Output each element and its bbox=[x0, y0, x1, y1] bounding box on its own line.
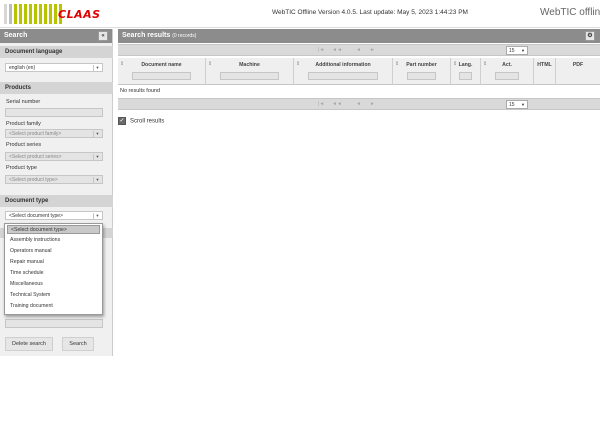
scroll-results-label: Scroll results bbox=[130, 118, 165, 125]
pager-bottom: |◄ ◄◄ ◄ ► 15 ▼ bbox=[118, 98, 600, 110]
claas-logo: CLAAS bbox=[58, 8, 101, 21]
column-html: HTML bbox=[534, 58, 556, 85]
chevron-down-icon: ▼ bbox=[93, 177, 101, 183]
checkbox-checked-icon[interactable]: ✓ bbox=[118, 117, 126, 125]
column-lang[interactable]: ⇕ Lang. bbox=[451, 58, 481, 85]
dropdown-option[interactable]: Repair manual bbox=[5, 257, 102, 268]
column-pdf: PDF bbox=[572, 62, 584, 68]
results-title: Search results bbox=[122, 32, 171, 39]
dropdown-option[interactable]: Technical System bbox=[5, 290, 102, 301]
dropdown-option[interactable]: Training document bbox=[5, 301, 102, 312]
sidebar-title: Search bbox=[4, 32, 28, 39]
dropdown-option[interactable]: Miscellaneous bbox=[5, 279, 102, 290]
logo-stripes bbox=[4, 4, 62, 24]
section-products: Products bbox=[0, 82, 113, 94]
app-header: CLAAS WebTIC Offline Version 4.0.5. Last… bbox=[0, 0, 600, 28]
product-series-label: Product series bbox=[6, 142, 42, 148]
prev-page-icon[interactable]: ◄ bbox=[356, 47, 361, 53]
product-series-select[interactable]: <Select product series> ▼ bbox=[5, 152, 103, 161]
page-size-select[interactable]: 15 ▼ bbox=[506, 100, 528, 109]
filter-input[interactable] bbox=[308, 72, 378, 80]
column-act[interactable]: ⇕ Act. bbox=[481, 58, 534, 85]
prev-page-fast-icon[interactable]: ◄◄ bbox=[332, 47, 342, 53]
section-document-type: Document type bbox=[0, 195, 113, 207]
pager-top: |◄ ◄◄ ◄ ► 15 ▼ bbox=[118, 44, 600, 56]
chevron-down-icon: ▼ bbox=[521, 48, 525, 53]
filter-input[interactable] bbox=[132, 72, 191, 80]
search-button[interactable]: Search bbox=[62, 337, 94, 351]
chevron-down-icon: ▼ bbox=[93, 213, 101, 219]
filter-input[interactable] bbox=[459, 72, 472, 80]
no-results-message: No results found bbox=[120, 88, 161, 94]
collapse-icon[interactable]: « bbox=[98, 31, 108, 41]
filter-input[interactable] bbox=[495, 72, 519, 80]
results-count: (0 records) bbox=[172, 33, 197, 39]
dropdown-option[interactable]: Assembly instructions bbox=[5, 235, 102, 246]
version-info: WebTIC Offline Version 4.0.5. Last updat… bbox=[272, 9, 468, 16]
hidden-input-4[interactable] bbox=[5, 319, 103, 328]
next-page-icon[interactable]: ► bbox=[370, 47, 375, 53]
chevron-down-icon: ▼ bbox=[93, 65, 101, 71]
chevron-down-icon: ▼ bbox=[93, 154, 101, 160]
first-page-icon[interactable]: |◄ bbox=[318, 101, 324, 107]
sidebar-header: Search « bbox=[0, 29, 112, 43]
next-page-icon[interactable]: ► bbox=[370, 101, 375, 107]
prev-page-fast-icon[interactable]: ◄◄ bbox=[332, 101, 342, 107]
first-page-icon[interactable]: |◄ bbox=[318, 47, 324, 53]
product-type-select[interactable]: <Select product type> ▼ bbox=[5, 175, 103, 184]
dropdown-option[interactable]: Operators manual bbox=[5, 246, 102, 257]
column-document-name[interactable]: ⇕ Document name bbox=[118, 58, 206, 85]
dropdown-option[interactable]: Time schedule bbox=[5, 268, 102, 279]
filter-input[interactable] bbox=[407, 72, 436, 80]
column-part-number[interactable]: ⇕ Part number bbox=[393, 58, 451, 85]
section-document-language: Document language bbox=[0, 46, 113, 58]
serial-number-label: Serial number bbox=[6, 99, 41, 105]
column-additional-information[interactable]: ⇕ Additional information bbox=[294, 58, 393, 85]
serial-number-input[interactable] bbox=[5, 108, 103, 117]
language-select[interactable]: english (en) ▼ bbox=[5, 63, 103, 72]
gear-icon[interactable]: ⚙ bbox=[585, 31, 595, 41]
page-size-select[interactable]: 15 ▼ bbox=[506, 46, 528, 55]
delete-search-button[interactable]: Delete search bbox=[5, 337, 53, 351]
document-type-select[interactable]: <Select document type> ▼ bbox=[5, 211, 103, 220]
app-brand: WebTIC offline bbox=[540, 7, 600, 18]
column-machine[interactable]: ⇕ Machine bbox=[206, 58, 294, 85]
scroll-results-toggle[interactable]: ✓ Scroll results bbox=[118, 117, 164, 125]
chevron-down-icon: ▼ bbox=[521, 102, 525, 107]
prev-page-icon[interactable]: ◄ bbox=[356, 101, 361, 107]
filter-input[interactable] bbox=[220, 72, 279, 80]
product-type-label: Product type bbox=[6, 165, 37, 171]
product-family-select[interactable]: <Select product family> ▼ bbox=[5, 129, 103, 138]
results-header: Search results (0 records) ⚙ bbox=[118, 29, 600, 43]
chevron-down-icon: ▼ bbox=[93, 131, 101, 137]
results-grid-header: ⇕ Document name ⇕ Machine ⇕ Additional i… bbox=[118, 58, 600, 85]
dropdown-option[interactable]: <Select document type> bbox=[7, 225, 100, 234]
document-type-dropdown: <Select document type> Assembly instruct… bbox=[4, 223, 103, 315]
product-family-label: Product family bbox=[6, 121, 41, 127]
